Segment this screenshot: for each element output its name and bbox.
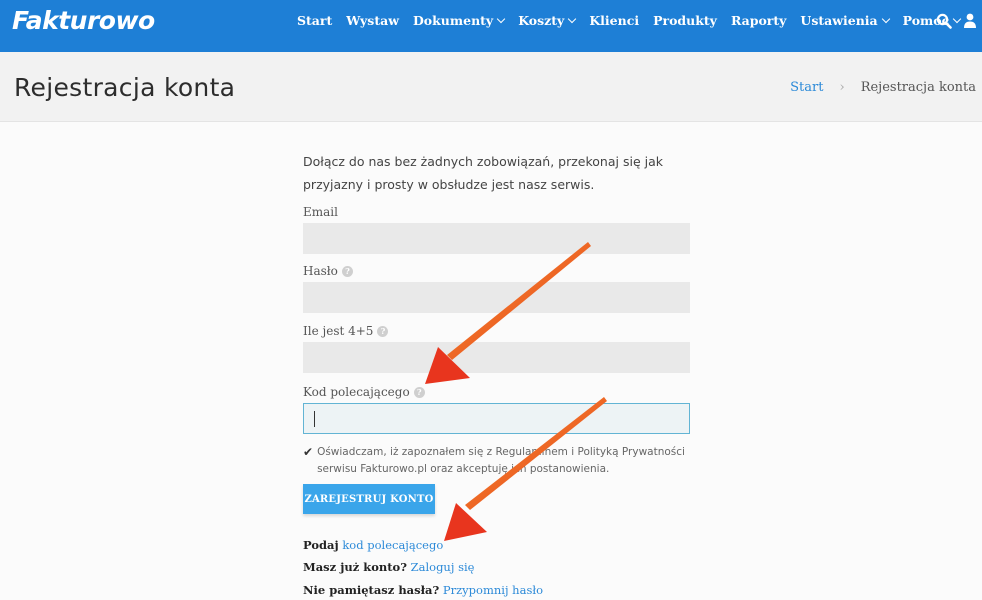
nav-ustawienia[interactable]: Ustawienia: [800, 13, 890, 28]
nav-klienci[interactable]: Klienci: [589, 13, 639, 28]
breadcrumb-current: Rejestracja konta: [860, 80, 976, 95]
nav-koszty-label: Koszty: [518, 13, 565, 28]
search-icon[interactable]: [936, 13, 952, 29]
consent-row[interactable]: ✔ Oświadczam, iż zapoznałem się z Regula…: [303, 444, 703, 478]
email-input[interactable]: [304, 224, 689, 253]
nav-raporty[interactable]: Raporty: [731, 13, 786, 28]
page-title: Rejestracja konta: [14, 73, 236, 102]
checkmark-icon[interactable]: ✔: [303, 444, 313, 478]
breadcrumb: Start › Rejestracja konta: [790, 80, 976, 95]
nav-wystaw-label: Wystaw: [346, 13, 399, 28]
title-band: Rejestracja konta Start › Rejestracja ko…: [0, 52, 982, 122]
register-button[interactable]: ZAREJESTRUJ KONTO: [303, 484, 435, 514]
referral-prefix: Podaj: [303, 538, 339, 552]
user-icon[interactable]: [964, 13, 976, 29]
password-field[interactable]: [303, 282, 690, 313]
consent-text: Oświadczam, iż zapoznałem się z Regulami…: [317, 446, 685, 475]
referral-code-line: Podaj kod polecającego: [303, 538, 443, 552]
referral-code-link[interactable]: kod polecającego: [342, 538, 443, 552]
nav-produkty-label: Produkty: [653, 13, 717, 28]
captcha-field[interactable]: [303, 342, 690, 373]
chevron-down-icon: [496, 14, 506, 23]
header-icons: [936, 13, 976, 29]
top-navbar: Fakturowo Start Wystaw Dokumenty Koszty …: [0, 0, 982, 52]
referral-code-input[interactable]: [304, 404, 689, 433]
forgot-password-line: Nie pamiętasz hasła? Przypomnij hasło: [303, 583, 543, 597]
chevron-down-icon: [568, 14, 577, 23]
captcha-label: Ile jest 4+5 ?: [303, 324, 389, 338]
nav-start-label: Start: [297, 13, 333, 28]
content-area: Dołącz do nas bez żadnych zobowiązań, pr…: [0, 122, 982, 600]
email-label-text: Email: [303, 205, 338, 219]
main-nav: Start Wystaw Dokumenty Koszty Klienci Pr…: [297, 13, 974, 28]
logo[interactable]: Fakturowo: [12, 6, 155, 35]
password-input[interactable]: [304, 283, 689, 312]
breadcrumb-separator-icon: ›: [839, 80, 845, 95]
nav-wystaw[interactable]: Wystaw: [346, 13, 399, 28]
referral-code-field[interactable]: [303, 403, 690, 434]
email-label: Email: [303, 205, 338, 219]
forgot-password-link[interactable]: Przypomnij hasło: [443, 583, 543, 597]
help-icon[interactable]: ?: [341, 265, 353, 277]
login-link[interactable]: Zaloguj się: [411, 560, 475, 574]
nav-raporty-label: Raporty: [730, 13, 787, 28]
nav-dokumenty-label: Dokumenty: [412, 13, 494, 28]
captcha-label-text: Ile jest 4+5: [303, 324, 374, 338]
nav-produkty[interactable]: Produkty: [653, 13, 717, 28]
nav-koszty[interactable]: Koszty: [518, 13, 577, 28]
breadcrumb-home[interactable]: Start: [790, 80, 823, 95]
login-line: Masz już konto? Zaloguj się: [303, 560, 474, 574]
help-icon[interactable]: ?: [413, 386, 425, 398]
intro-text: Dołącz do nas bez żadnych zobowiązań, pr…: [303, 154, 663, 192]
referral-label: Kod polecającego ?: [303, 385, 425, 399]
nav-ustawienia-label: Ustawienia: [800, 13, 878, 28]
forgot-prefix: Nie pamiętasz hasła?: [303, 583, 440, 597]
nav-dokumenty[interactable]: Dokumenty: [412, 13, 506, 28]
captcha-input[interactable]: [304, 343, 689, 372]
help-icon[interactable]: ?: [377, 325, 389, 337]
text-caret: [314, 411, 315, 427]
nav-start[interactable]: Start: [297, 13, 332, 28]
nav-klienci-label: Klienci: [589, 13, 640, 28]
login-prefix: Masz już konto?: [303, 560, 407, 574]
chevron-down-icon: [881, 14, 890, 23]
email-field[interactable]: [303, 223, 690, 254]
password-label-text: Hasło: [303, 264, 338, 278]
referral-label-text: Kod polecającego: [303, 385, 410, 399]
password-label: Hasło ?: [303, 264, 353, 278]
